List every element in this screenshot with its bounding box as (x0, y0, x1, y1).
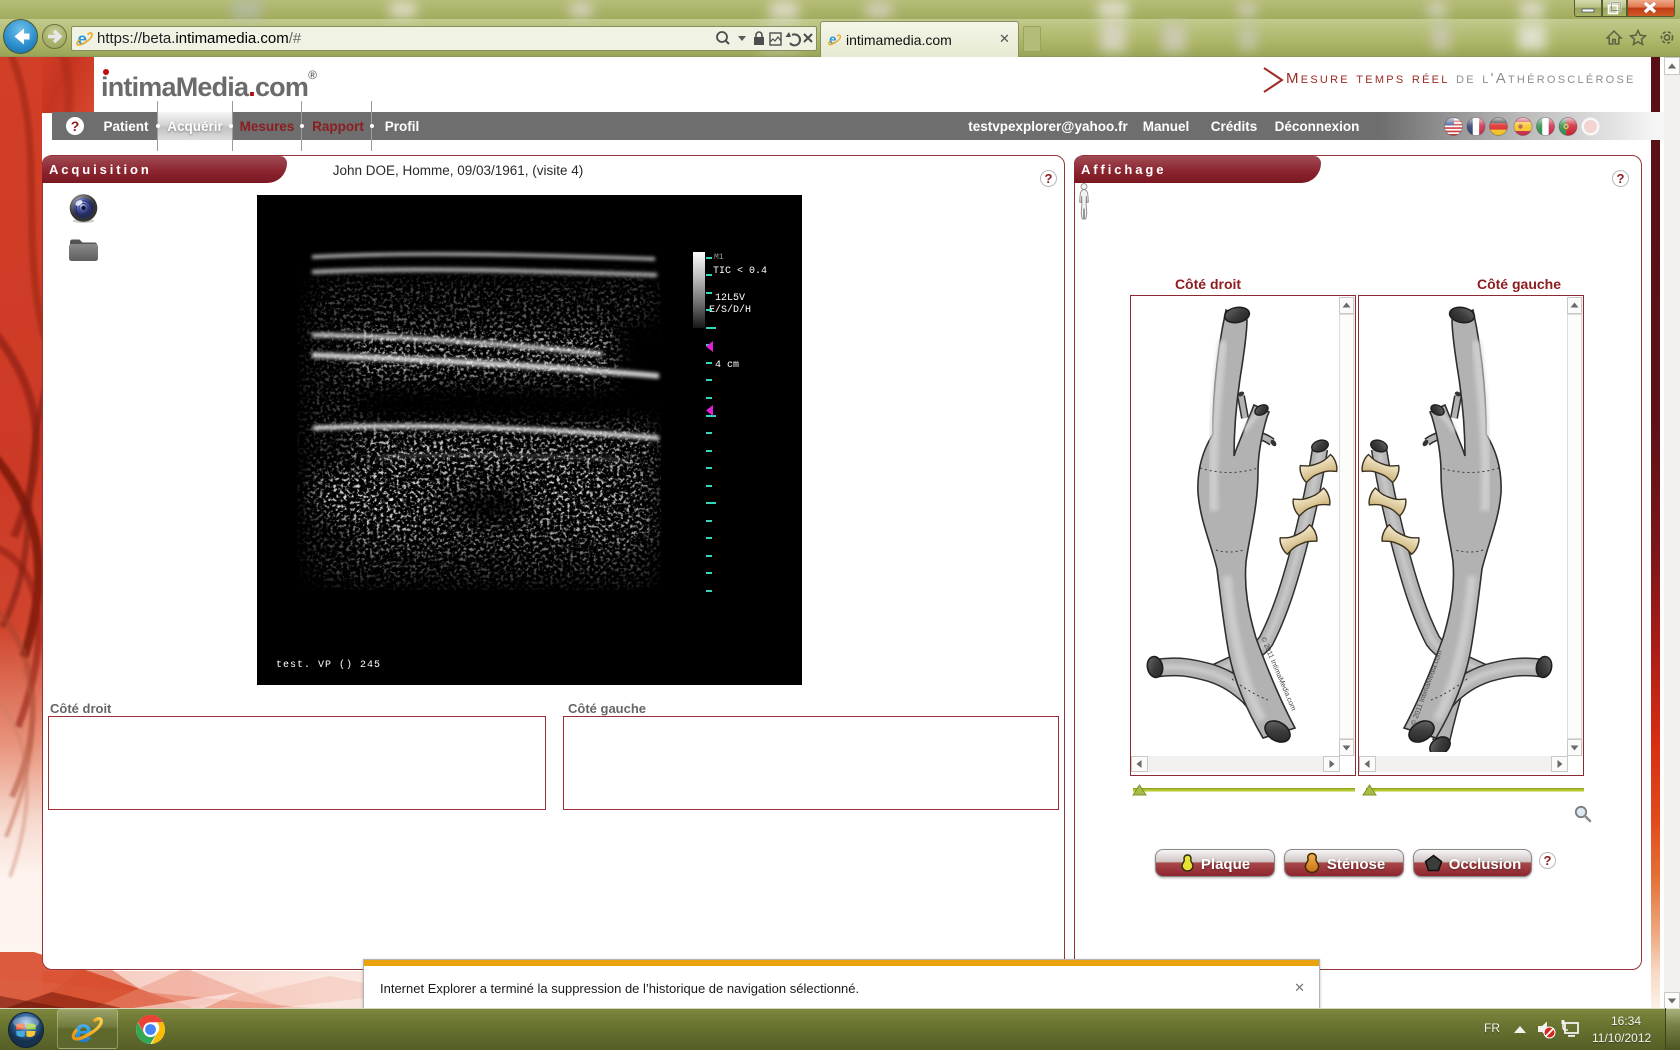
svg-text:TIC < 0.4: TIC < 0.4 (713, 266, 767, 277)
svg-text:E/S/D/H: E/S/D/H (709, 304, 751, 316)
svg-text:12L5V: 12L5V (715, 293, 745, 304)
svg-text:4 cm: 4 cm (715, 360, 739, 371)
svg-text:M1: M1 (714, 253, 724, 262)
svg-text:test. VP () 245: test. VP () 245 (276, 659, 381, 671)
